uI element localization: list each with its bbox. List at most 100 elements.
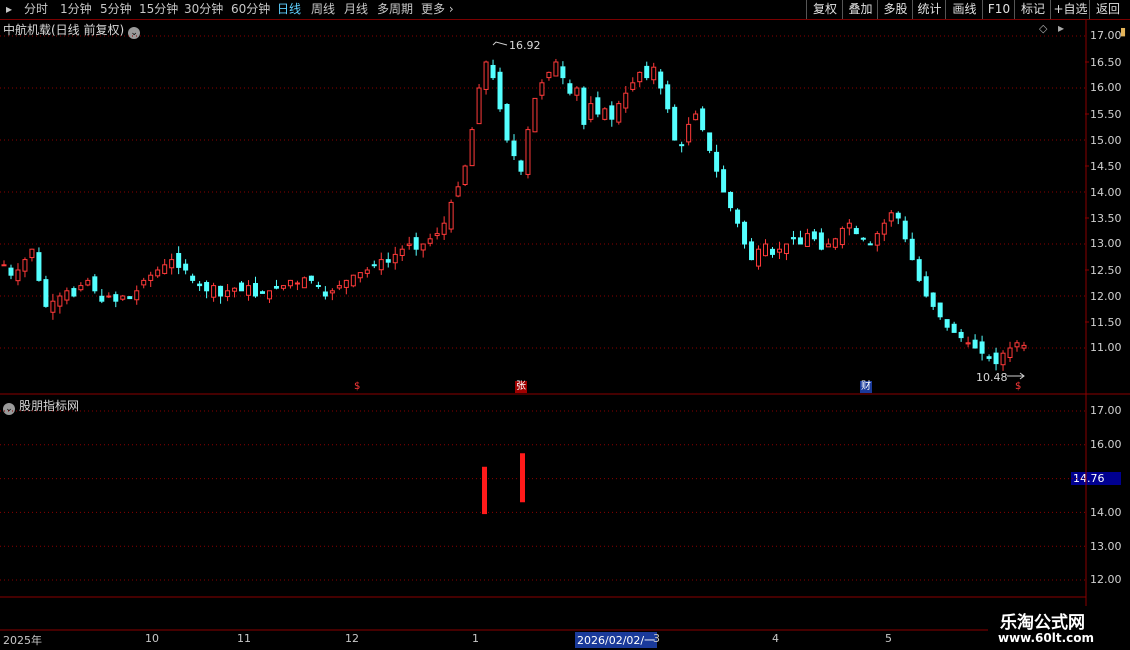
candle-body bbox=[176, 253, 182, 268]
date-label: 10 bbox=[145, 632, 159, 645]
cursor-date-label: 2026/02/02/一 bbox=[575, 632, 658, 648]
candle-body bbox=[581, 87, 587, 125]
candle-body bbox=[525, 129, 531, 175]
candle-body bbox=[672, 106, 678, 141]
candle-body bbox=[218, 285, 224, 297]
candle-body bbox=[448, 201, 454, 230]
candle-body bbox=[916, 259, 922, 281]
candle-body bbox=[497, 71, 503, 110]
candle-body bbox=[308, 275, 314, 281]
candle-body bbox=[972, 339, 978, 349]
candle-body bbox=[895, 212, 901, 219]
candle-body bbox=[266, 290, 272, 300]
candle-body bbox=[867, 243, 873, 246]
candle-body bbox=[43, 279, 49, 307]
candle-body bbox=[385, 259, 391, 263]
candle-body bbox=[769, 248, 775, 255]
candle-body bbox=[357, 272, 363, 279]
candle-body bbox=[64, 290, 70, 301]
candle-body bbox=[343, 279, 349, 288]
event-mark-zhang[interactable]: 张 bbox=[515, 381, 527, 393]
candle-body bbox=[127, 296, 133, 300]
candle-body bbox=[965, 342, 971, 345]
candle-body bbox=[986, 356, 992, 359]
candle-body bbox=[462, 165, 468, 186]
grid-lines bbox=[0, 20, 1130, 631]
candle-body bbox=[944, 319, 950, 328]
candle-body bbox=[749, 241, 755, 261]
candle-body bbox=[455, 186, 461, 197]
candle-body bbox=[378, 259, 384, 271]
candle-body bbox=[776, 248, 782, 253]
candle-body bbox=[1014, 342, 1020, 348]
candle-body bbox=[728, 191, 734, 209]
candle-body bbox=[301, 277, 307, 289]
watermark: 乐淘公式网 www.60lt.com bbox=[988, 606, 1130, 650]
candle-body bbox=[881, 222, 887, 235]
event-mark-cai[interactable]: 财 bbox=[860, 381, 872, 393]
candle-body bbox=[588, 103, 594, 120]
candle-body bbox=[553, 61, 559, 77]
candle-body bbox=[853, 228, 859, 235]
watermark-url: www.60lt.com bbox=[998, 631, 1095, 645]
candle-body bbox=[1, 264, 7, 267]
candle-body bbox=[665, 84, 671, 110]
candle-body bbox=[78, 285, 84, 291]
candle-body bbox=[204, 282, 210, 292]
candle-body bbox=[71, 288, 77, 297]
candle-body bbox=[434, 233, 440, 237]
candle-body bbox=[273, 286, 279, 289]
candle-body bbox=[113, 294, 119, 302]
event-mark-dollar[interactable]: $ bbox=[354, 381, 360, 393]
candles bbox=[1, 58, 1027, 371]
candle-body bbox=[518, 160, 524, 172]
candle-body bbox=[120, 295, 126, 300]
candle-body bbox=[148, 274, 154, 281]
candle-body bbox=[679, 144, 685, 147]
candle-body bbox=[504, 104, 510, 141]
candle-body bbox=[623, 92, 629, 109]
candle-body bbox=[253, 283, 259, 297]
date-label: 4 bbox=[772, 632, 779, 645]
candle-body bbox=[1007, 347, 1013, 358]
candle-body bbox=[1000, 352, 1006, 366]
candle-body bbox=[441, 222, 447, 235]
candle-body bbox=[155, 269, 161, 277]
candle-body bbox=[923, 276, 929, 297]
candle-body bbox=[483, 61, 489, 90]
candle-body bbox=[686, 123, 692, 143]
candle-body bbox=[239, 282, 245, 292]
candle-body bbox=[651, 66, 657, 81]
candle-body bbox=[399, 248, 405, 256]
candle-body bbox=[797, 237, 803, 245]
candle-body bbox=[427, 238, 433, 244]
candle-body bbox=[1021, 344, 1027, 349]
candle-body bbox=[190, 275, 196, 281]
candle-body bbox=[287, 279, 293, 287]
kline-chart[interactable]: 16.92 10.48 bbox=[0, 0, 1130, 650]
candle-body bbox=[169, 259, 175, 269]
date-label: 5 bbox=[885, 632, 892, 645]
candle-body bbox=[902, 220, 908, 240]
candle-body bbox=[211, 285, 217, 298]
candle-body bbox=[85, 279, 91, 286]
candle-body bbox=[595, 97, 601, 115]
event-mark-dollar[interactable]: $ bbox=[1015, 381, 1021, 393]
candle-body bbox=[818, 232, 824, 250]
indicator-bars bbox=[482, 453, 525, 515]
candle-body bbox=[225, 290, 231, 298]
candle-body bbox=[8, 267, 14, 276]
candle-body bbox=[22, 259, 28, 272]
candle-body bbox=[909, 238, 915, 261]
candle-body bbox=[406, 243, 412, 246]
candle-body bbox=[539, 82, 545, 96]
candle-body bbox=[183, 263, 189, 271]
candle-body bbox=[315, 284, 321, 287]
indicator-bar bbox=[482, 466, 487, 515]
indicator-bar bbox=[520, 453, 525, 503]
candle-body bbox=[707, 132, 713, 151]
candle-body bbox=[630, 82, 636, 90]
candle-body bbox=[567, 83, 573, 94]
candle-body bbox=[29, 248, 35, 259]
date-label: 11 bbox=[237, 632, 251, 645]
